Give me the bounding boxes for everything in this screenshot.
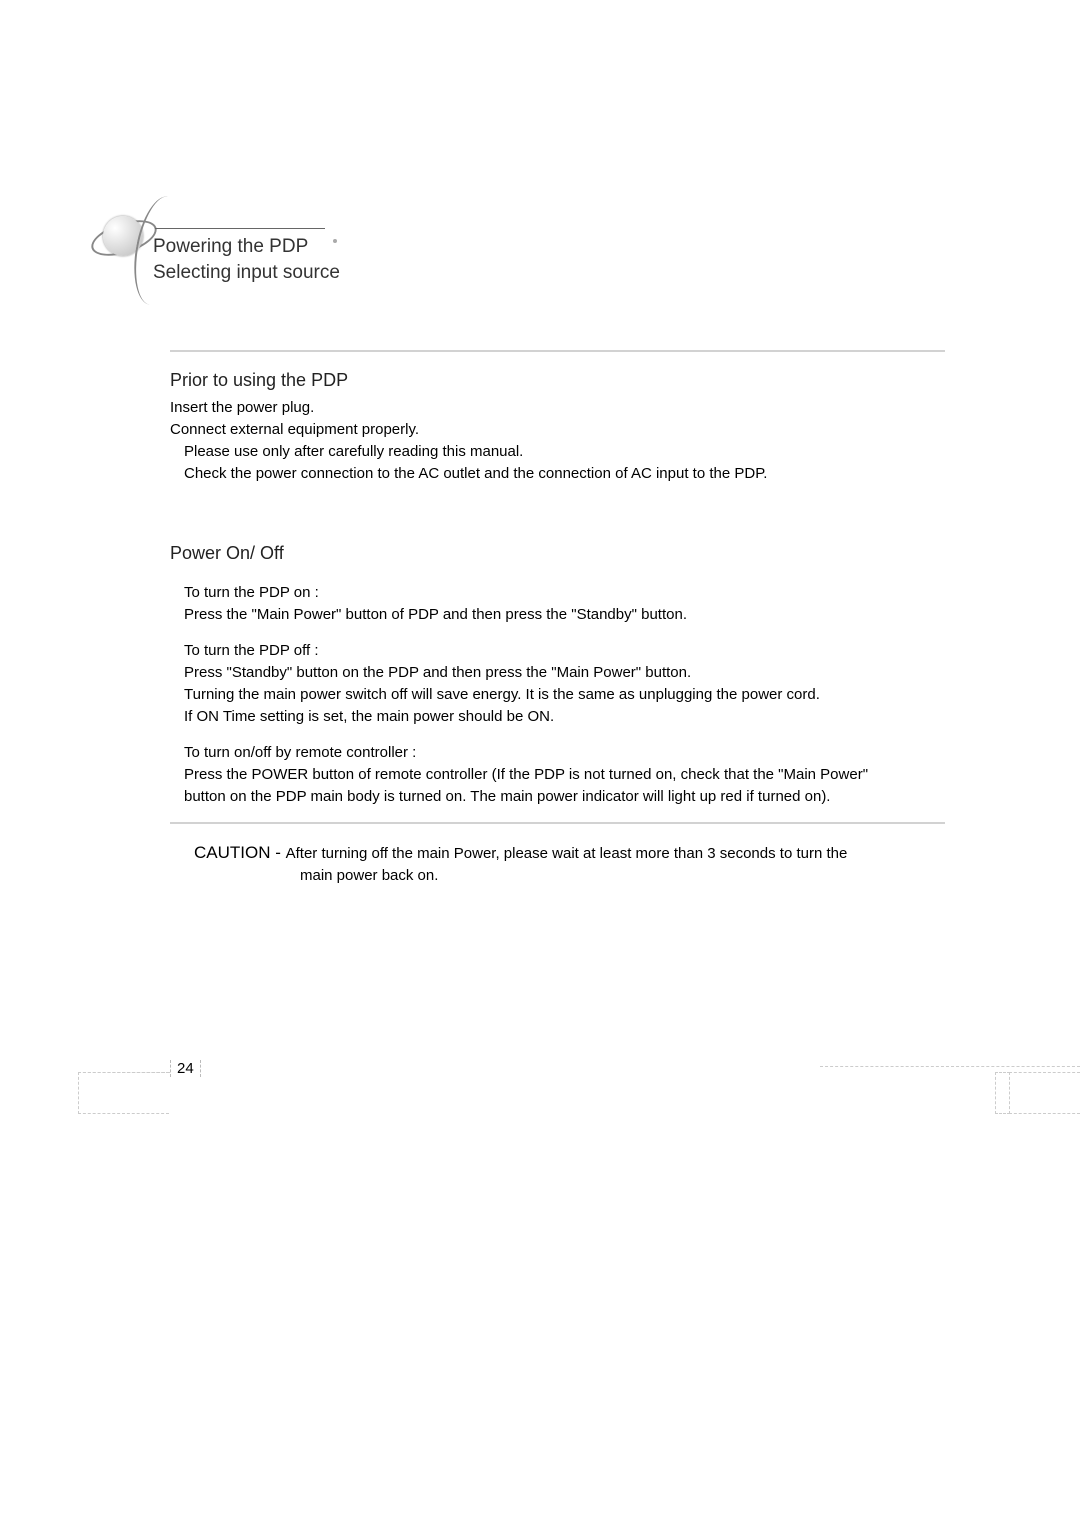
section-title: Powering the PDP Selecting input source	[153, 234, 340, 286]
divider	[170, 350, 945, 352]
prior-line4: Check the power connection to the AC out…	[170, 463, 945, 485]
prior-heading: Prior to using the PDP	[170, 370, 945, 391]
power-remote-group: To turn on/off by remote controller : Pr…	[170, 742, 945, 808]
caution-line1: CAUTION - After turning off the main Pow…	[194, 842, 945, 865]
page-number-value: 24	[170, 1060, 201, 1077]
power-remote-body1: Press the POWER button of remote control…	[184, 764, 945, 786]
power-off-title: To turn the PDP off :	[184, 640, 945, 662]
power-section: Power On/ Off To turn the PDP on : Press…	[170, 543, 945, 808]
power-off-body3: If ON Time setting is set, the main powe…	[184, 706, 945, 728]
caution-text2: main power back on.	[194, 865, 945, 887]
power-on-body: Press the "Main Power" button of PDP and…	[184, 604, 945, 626]
caution-label: CAUTION -	[194, 843, 286, 862]
crop-mark-icon	[995, 1072, 1010, 1114]
caution-block: CAUTION - After turning off the main Pow…	[170, 842, 945, 887]
prior-section: Prior to using the PDP Insert the power …	[170, 370, 945, 485]
prior-line3: Please use only after carefully reading …	[170, 441, 945, 463]
power-on-group: To turn the PDP on : Press the "Main Pow…	[170, 582, 945, 626]
prior-line2: Connect external equipment properly.	[170, 419, 945, 441]
power-off-body2: Turning the main power switch off will s…	[184, 684, 945, 706]
power-off-group: To turn the PDP off : Press "Standby" bu…	[170, 640, 945, 728]
crop-mark-icon	[1009, 1072, 1080, 1114]
page-number: 24	[170, 1060, 201, 1077]
crop-mark-icon	[820, 1066, 1080, 1068]
power-remote-body2: button on the PDP main body is turned on…	[184, 786, 945, 808]
section-title-line2: Selecting input source	[153, 260, 340, 286]
caution-text1: After turning off the main Power, please…	[286, 845, 848, 862]
power-on-title: To turn the PDP on :	[184, 582, 945, 604]
divider	[170, 822, 945, 824]
power-heading: Power On/ Off	[170, 543, 945, 564]
page-content: Prior to using the PDP Insert the power …	[170, 350, 945, 887]
power-remote-title: To turn on/off by remote controller :	[184, 742, 945, 764]
power-off-body1: Press "Standby" button on the PDP and th…	[184, 662, 945, 684]
prior-line1: Insert the power plug.	[170, 397, 945, 419]
section-title-line1: Powering the PDP	[153, 234, 340, 260]
crop-mark-icon	[78, 1072, 169, 1114]
